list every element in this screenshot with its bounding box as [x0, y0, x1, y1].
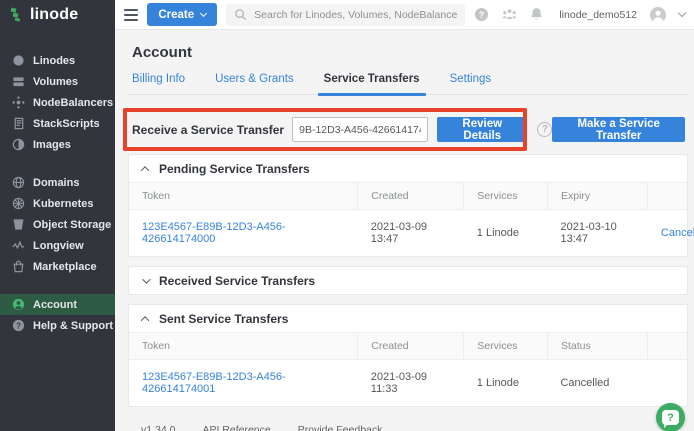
make-service-transfer-button[interactable]: Make a Service Transfer	[552, 117, 685, 142]
kubernetes-icon	[11, 197, 25, 211]
page-content: Account Billing Info Users & Grants Serv…	[115, 30, 694, 431]
cancel-transfer-link[interactable]: Cancel	[661, 227, 694, 239]
page-title: Account	[132, 44, 688, 61]
received-transfers-panel: Received Service Transfers	[128, 266, 688, 295]
tab-settings[interactable]: Settings	[450, 73, 492, 94]
avatar[interactable]	[650, 7, 666, 23]
tab-users-grants[interactable]: Users & Grants	[215, 73, 294, 94]
main-area: Create ? linode_demo512	[115, 0, 694, 431]
linode-icon	[11, 54, 25, 68]
search-bar[interactable]	[226, 4, 465, 26]
sent-transfers-header[interactable]: Sent Service Transfers	[129, 305, 687, 332]
sidebar-item-longview[interactable]: Longview	[0, 235, 115, 256]
linode-logo-text: linode	[30, 6, 78, 24]
sidebar-item-help-support[interactable]: ? Help & Support	[0, 315, 115, 336]
username-label[interactable]: linode_demo512	[559, 9, 637, 21]
sidebar-item-images[interactable]: Images	[0, 134, 115, 155]
table-row: 123E4567-E89B-12D3-A456-426614174001 202…	[129, 360, 687, 407]
pending-expiry-cell: 2021-03-10 13:47	[547, 210, 647, 257]
tab-billing-info[interactable]: Billing Info	[132, 73, 185, 94]
help-chat-button[interactable]: ?	[656, 403, 685, 431]
help-circle-icon[interactable]: ?	[474, 7, 489, 22]
svg-text:?: ?	[479, 10, 484, 20]
receive-token-input[interactable]	[292, 117, 428, 142]
pending-transfers-table: Token Created Services Expiry 123E4567-E…	[129, 182, 687, 256]
column-header-created: Created	[358, 183, 464, 210]
nodebalancer-icon	[11, 96, 25, 110]
column-header-token: Token	[129, 183, 358, 210]
help-icon: ?	[11, 319, 25, 333]
pending-transfers-header[interactable]: Pending Service Transfers	[129, 155, 687, 182]
column-header-token: Token	[129, 333, 358, 360]
review-details-button[interactable]: Review Details	[437, 117, 527, 142]
provide-feedback-link[interactable]: Provide Feedback	[298, 424, 383, 431]
sidebar-item-domains[interactable]: Domains	[0, 172, 115, 193]
sidebar-item-volumes[interactable]: Volumes	[0, 71, 115, 92]
stackscript-icon	[11, 117, 25, 131]
volume-icon	[11, 75, 25, 89]
column-header-created: Created	[358, 333, 464, 360]
bucket-icon	[11, 218, 25, 232]
column-header-status: Status	[547, 333, 647, 360]
column-header-services: Services	[464, 183, 548, 210]
sidebar-item-object-storage[interactable]: Object Storage	[0, 214, 115, 235]
sent-created-cell: 2021-03-09 11:33	[358, 360, 464, 407]
svg-text:?: ?	[16, 321, 21, 330]
linode-logo[interactable]: linode	[0, 0, 115, 30]
version-label: v1.34.0	[141, 424, 175, 431]
sidebar-item-nodebalancers[interactable]: NodeBalancers	[0, 92, 115, 113]
sidebar-item-kubernetes[interactable]: Kubernetes	[0, 193, 115, 214]
column-header-services: Services	[464, 333, 548, 360]
search-icon	[234, 8, 247, 21]
collapse-chevron-icon	[141, 166, 149, 174]
menu-icon[interactable]	[124, 9, 138, 21]
chevron-down-icon	[200, 10, 207, 17]
collapse-chevron-icon	[141, 316, 149, 324]
search-input[interactable]	[254, 9, 457, 21]
sidebar: linode Linodes Volumes NodeBalancers	[0, 0, 115, 431]
sent-transfers-panel: Sent Service Transfers Token Created Ser…	[128, 304, 688, 407]
globe-icon	[11, 176, 25, 190]
user-menu-chevron-icon[interactable]	[678, 9, 686, 17]
pending-services-cell: 1 Linode	[464, 210, 548, 257]
receive-transfer-label: Receive a Service Transfer	[132, 123, 284, 137]
sent-status-cell: Cancelled	[547, 360, 647, 407]
image-icon	[11, 138, 25, 152]
pulse-icon	[11, 239, 25, 253]
topbar-icons: ? linode_demo512	[474, 7, 685, 23]
sent-transfers-table: Token Created Services Status 123E4567-E…	[129, 332, 687, 406]
topbar: Create ? linode_demo512	[115, 0, 694, 30]
table-row: 123E4567-E89B-12D3-A456-426614174000 202…	[129, 210, 687, 257]
footer: v1.34.0 API Reference Provide Feedback	[128, 407, 688, 431]
pending-created-cell: 2021-03-09 13:47	[358, 210, 464, 257]
bag-icon	[11, 260, 25, 274]
sent-services-cell: 1 Linode	[464, 360, 548, 407]
sidebar-item-account[interactable]: Account	[0, 294, 115, 315]
linode-logo-icon	[9, 7, 25, 23]
chat-question-icon: ?	[662, 410, 679, 425]
api-reference-link[interactable]: API Reference	[202, 424, 270, 431]
sent-token-link[interactable]: 123E4567-E89B-12D3-A456-426614174001	[142, 371, 286, 395]
transfer-actions-row: Receive a Service Transfer Review Detail…	[128, 117, 688, 142]
column-header-expiry: Expiry	[547, 183, 647, 210]
app-window: linode Linodes Volumes NodeBalancers	[0, 0, 694, 431]
receive-help-icon[interactable]: ?	[537, 122, 552, 137]
notifications-bell-icon[interactable]	[530, 7, 543, 22]
sidebar-item-linodes[interactable]: Linodes	[0, 50, 115, 71]
sidebar-item-marketplace[interactable]: Marketplace	[0, 256, 115, 277]
account-icon	[11, 298, 25, 312]
pending-transfers-panel: Pending Service Transfers Token Created …	[128, 154, 688, 257]
sidebar-item-stackscripts[interactable]: StackScripts	[0, 113, 115, 134]
tab-service-transfers[interactable]: Service Transfers	[324, 73, 420, 94]
sidebar-nav: Linodes Volumes NodeBalancers StackScrip…	[0, 50, 115, 336]
community-icon[interactable]	[502, 8, 517, 21]
column-header-action	[648, 183, 687, 210]
expand-chevron-icon	[142, 275, 150, 283]
received-transfers-header[interactable]: Received Service Transfers	[129, 267, 687, 294]
tab-bar: Billing Info Users & Grants Service Tran…	[128, 73, 688, 95]
pending-token-link[interactable]: 123E4567-E89B-12D3-A456-426614174000	[142, 221, 286, 245]
create-button[interactable]: Create	[147, 3, 217, 26]
